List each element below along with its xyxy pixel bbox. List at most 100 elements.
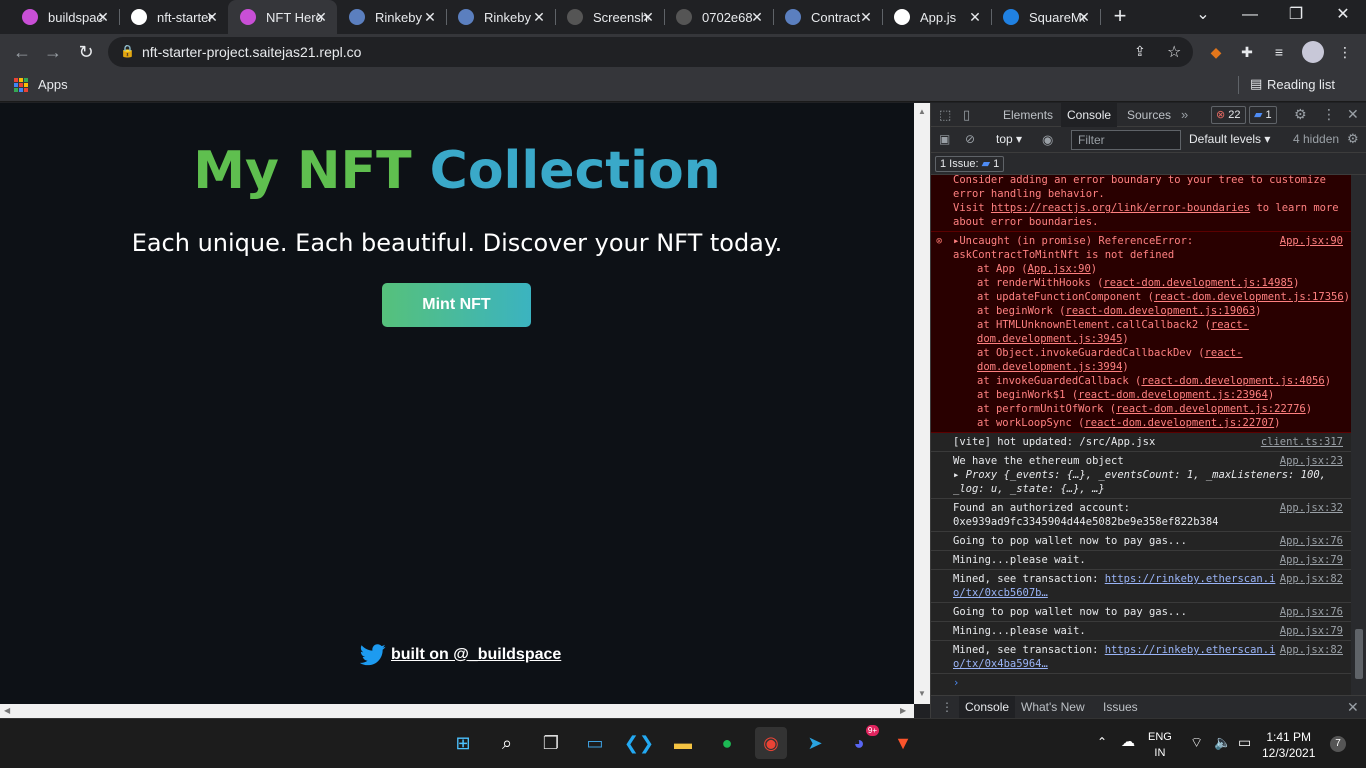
frame-source-link[interactable]: App.jsx:90 <box>1028 263 1091 275</box>
reading-list-icon[interactable]: ▤ <box>1250 76 1262 92</box>
drawer-tab-issues[interactable]: Issues <box>1097 696 1144 719</box>
metamask-icon[interactable]: ◆ <box>1207 43 1225 61</box>
lock-icon[interactable]: 🔒 <box>120 44 135 58</box>
browser-tab[interactable]: Contract ✕ <box>773 0 883 34</box>
reading-list-button[interactable]: Reading list <box>1267 77 1335 92</box>
frame-source-link[interactable]: react-dom.development.js:4056 <box>1141 375 1324 387</box>
drawer-menu-icon[interactable]: ⋮ <box>941 700 953 714</box>
console-log-entry[interactable]: Mined, see transaction: https://rinkeby.… <box>931 570 1351 603</box>
log-source-link[interactable]: App.jsx:23 <box>1280 454 1343 468</box>
console-log-entry[interactable]: [vite] hot updated: /src/App.jsx client.t… <box>931 433 1351 452</box>
browser-tab[interactable]: NFT Hero ✕ <box>228 0 337 34</box>
page-horizontal-scrollbar[interactable]: ◀ ▶ <box>0 704 914 718</box>
browser-tab[interactable]: nft-starter ✕ <box>119 0 229 34</box>
log-source-link[interactable]: App.jsx:82 <box>1280 643 1343 657</box>
media-control-icon[interactable]: ≡ <box>1270 43 1288 61</box>
close-tab-icon[interactable]: ✕ <box>204 9 220 26</box>
share-icon[interactable]: ⇪ <box>1134 43 1146 60</box>
apps-grid-icon[interactable] <box>14 78 28 92</box>
console-output[interactable]: Consider adding an error boundary to you… <box>931 175 1351 695</box>
log-source-link[interactable]: App.jsx:32 <box>1280 501 1343 515</box>
console-log-entry[interactable]: Found an authorized account: 0xe939ad9fc3… <box>931 499 1351 532</box>
bookmark-star-icon[interactable]: ☆ <box>1167 42 1181 62</box>
context-selector[interactable]: top ▾ <box>996 132 1022 146</box>
frame-source-link[interactable]: react-dom.development.js:22776 <box>1116 403 1306 415</box>
reference-error-message[interactable]: ⊗ ▸Uncaught (in promise) ReferenceError:… <box>931 232 1351 433</box>
tab-search-icon[interactable]: ⌄ <box>1180 0 1226 34</box>
browser-tab[interactable]: Rinkeby ✕ <box>337 0 447 34</box>
log-source-link[interactable]: App.jsx:76 <box>1280 534 1343 548</box>
log-source-link[interactable]: App.jsx:79 <box>1280 553 1343 567</box>
frame-source-link[interactable]: react-dom.development.js:22707 <box>1084 417 1274 429</box>
console-log-entry[interactable]: Mined, see transaction: https://rinkeby.… <box>931 641 1351 674</box>
battery-icon[interactable]: ▭ <box>1238 734 1251 751</box>
volume-icon[interactable]: 🔈 <box>1214 734 1231 751</box>
console-log-entry[interactable]: Going to pop wallet now to pay gas... App… <box>931 603 1351 622</box>
close-tab-icon[interactable]: ✕ <box>640 9 656 26</box>
clear-console-icon[interactable]: ⊘ <box>965 132 975 146</box>
log-levels-dropdown[interactable]: Default levels ▾ <box>1189 132 1270 146</box>
vscode-icon[interactable]: ❮❯ <box>623 727 655 759</box>
error-source-link[interactable]: App.jsx:90 <box>1280 234 1343 248</box>
browser-tab[interactable]: Rinkeby ✕ <box>446 0 556 34</box>
start-icon[interactable]: ⊞ <box>447 727 479 759</box>
devtools-menu-icon[interactable]: ⋮ <box>1322 106 1336 123</box>
live-expression-eye-icon[interactable]: ◉ <box>1042 132 1053 148</box>
menu-kebab-icon[interactable]: ⋮ <box>1336 43 1354 61</box>
error-count-badge[interactable]: ⊗ 22 <box>1211 106 1246 124</box>
onedrive-icon[interactable]: ☁ <box>1121 733 1135 750</box>
restore-button[interactable]: ❐ <box>1273 0 1319 34</box>
device-toolbar-icon[interactable]: ▯ <box>963 107 970 123</box>
buildspace-link[interactable]: built on @_buildspace <box>391 646 561 664</box>
close-tab-icon[interactable]: ✕ <box>531 9 547 26</box>
scroll-down-icon[interactable]: ▼ <box>918 689 926 698</box>
scroll-left-icon[interactable]: ◀ <box>4 706 10 715</box>
close-tab-icon[interactable]: ✕ <box>858 9 874 26</box>
drawer-tab-console[interactable]: Console <box>959 696 1016 719</box>
drawer-tab-whats-new[interactable]: What's New <box>1015 696 1091 719</box>
close-tab-icon[interactable]: ✕ <box>422 9 438 26</box>
telegram-icon[interactable]: ➤ <box>799 727 831 759</box>
tab-sources[interactable]: Sources <box>1121 103 1177 127</box>
frame-source-link[interactable]: react-dom.development.js:14985 <box>1103 277 1293 289</box>
scroll-right-icon[interactable]: ▶ <box>900 706 906 715</box>
frame-source-link[interactable]: react-dom.development.js:17356 <box>1154 291 1344 303</box>
wifi-icon[interactable]: ⌔ <box>1190 734 1203 752</box>
discord-icon[interactable]: ◕ 9+ <box>843 725 879 759</box>
console-log-entry[interactable]: Mining...please wait. App.jsx:79 <box>931 622 1351 641</box>
tray-chevron-icon[interactable]: ⌃ <box>1097 735 1107 749</box>
console-settings-icon[interactable]: ⚙ <box>1347 131 1359 147</box>
log-source-link[interactable]: App.jsx:79 <box>1280 624 1343 638</box>
console-filter-input[interactable]: Filter <box>1071 130 1181 150</box>
tab-elements[interactable]: Elements <box>997 103 1059 127</box>
tab-console[interactable]: Console <box>1061 103 1118 127</box>
close-drawer-icon[interactable]: ✕ <box>1347 699 1359 716</box>
browser-tab[interactable]: SquareMe ✕ <box>991 0 1101 34</box>
close-window-button[interactable]: ✕ <box>1320 0 1366 34</box>
browser-tab[interactable]: 0702e68 ✕ <box>664 0 774 34</box>
sidebar-toggle-icon[interactable]: ▣ <box>939 132 950 146</box>
back-button[interactable]: ← <box>10 40 34 64</box>
system-clock[interactable]: 1:41 PM 12/3/2021 <box>1262 729 1315 761</box>
browser-tab[interactable]: App.js ✕ <box>882 0 992 34</box>
profile-avatar[interactable] <box>1302 41 1324 63</box>
monitor-icon[interactable]: ▭ <box>579 727 611 759</box>
scroll-thumb[interactable] <box>1355 629 1363 679</box>
frame-source-link[interactable]: react-dom.development.js:19063 <box>1066 305 1256 317</box>
console-prompt[interactable]: › <box>931 674 1351 692</box>
close-tab-icon[interactable]: ✕ <box>95 9 111 26</box>
new-tab-button[interactable]: + <box>1108 4 1132 28</box>
issues-button[interactable]: 1 Issue: ▰ 1 <box>935 156 1005 172</box>
console-log-entry[interactable]: Mining...please wait. App.jsx:79 <box>931 551 1351 570</box>
file-explorer-icon[interactable]: ▬ <box>667 727 699 759</box>
spotify-icon[interactable]: ● <box>711 727 743 759</box>
address-bar[interactable]: 🔒 nft-starter-project.saitejas21.repl.co… <box>108 37 1193 67</box>
scroll-up-icon[interactable]: ▲ <box>918 107 926 116</box>
log-source-link[interactable]: App.jsx:82 <box>1280 572 1343 586</box>
mint-nft-button[interactable]: Mint NFT <box>382 283 531 327</box>
close-tab-icon[interactable]: ✕ <box>313 9 329 26</box>
more-tabs-icon[interactable]: » <box>1181 107 1188 122</box>
close-tab-icon[interactable]: ✕ <box>967 9 983 26</box>
close-devtools-icon[interactable]: ✕ <box>1347 106 1359 123</box>
language-indicator[interactable]: ENG IN <box>1148 729 1172 761</box>
